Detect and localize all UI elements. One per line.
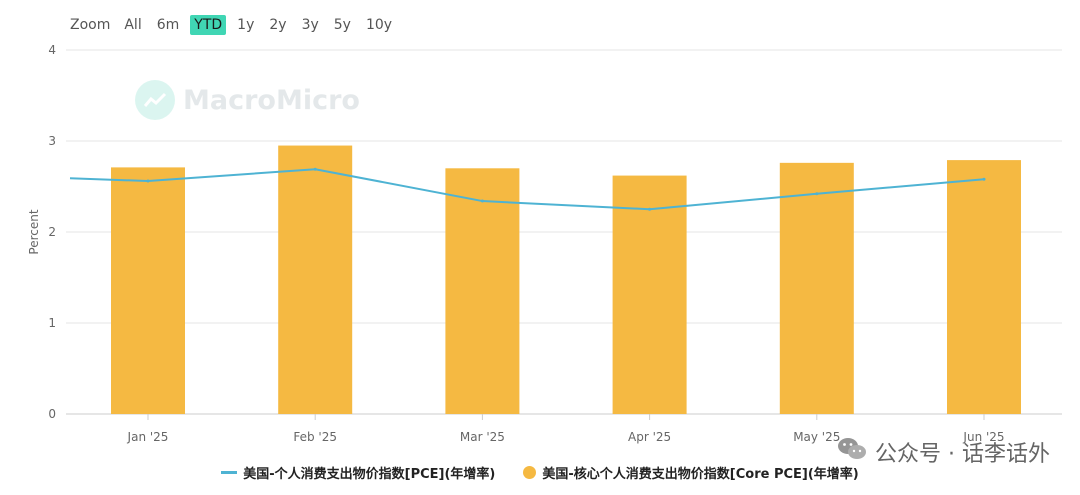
x-tick-label: Apr '25 (628, 430, 671, 444)
wechat-text: 公众号 · 话李话外 (875, 442, 1050, 467)
line-point (480, 199, 484, 203)
bar (111, 167, 185, 414)
bar (445, 168, 520, 414)
line-point (313, 167, 317, 171)
legend-dot-swatch (523, 466, 537, 479)
x-tick-label: May '25 (793, 430, 840, 444)
wechat-icon (837, 436, 867, 468)
legend-label-core-pce: 美国-核心个人消费支出物价指数[Core PCE](年增率) (542, 467, 859, 482)
line-point (648, 207, 652, 211)
legend-line-swatch (221, 471, 238, 474)
bar (612, 175, 687, 414)
x-tick-label: Feb '25 (293, 430, 337, 444)
legend-item-core-pce[interactable]: 美国-核心个人消费支出物价指数[Core PCE](年增率) (523, 463, 859, 482)
wechat-watermark: 公众号 · 话李话外 (837, 436, 1050, 468)
line-point (146, 179, 150, 183)
y-axis-label: Percent (27, 209, 41, 254)
watermark-text: MacroMicro (183, 84, 360, 116)
x-tick-label: Jan '25 (127, 430, 169, 444)
bar (779, 162, 854, 414)
bar (278, 145, 353, 415)
bar (947, 160, 1021, 414)
macromicro-logo-icon (135, 80, 175, 120)
chart-canvas: 0 1 2 3 4 Percent Jan '25 Feb '25 Mar '25 Apr '25… (27, 43, 1062, 444)
y-tick-label: 1 (48, 316, 56, 330)
y-tick-label: 0 (48, 407, 56, 421)
line-point (982, 177, 986, 181)
x-tick-label: Mar '25 (460, 430, 505, 444)
watermark: MacroMicro (135, 80, 360, 120)
y-tick-label: 3 (48, 134, 56, 148)
legend-label-pce: 美国-个人消费支出物价指数[PCE](年增率) (243, 467, 496, 482)
legend-item-pce[interactable]: 美国-个人消费支出物价指数[PCE](年增率) (221, 463, 495, 482)
y-tick-label: 2 (48, 225, 56, 239)
line-point (815, 192, 819, 196)
y-tick-label: 4 (48, 43, 56, 57)
